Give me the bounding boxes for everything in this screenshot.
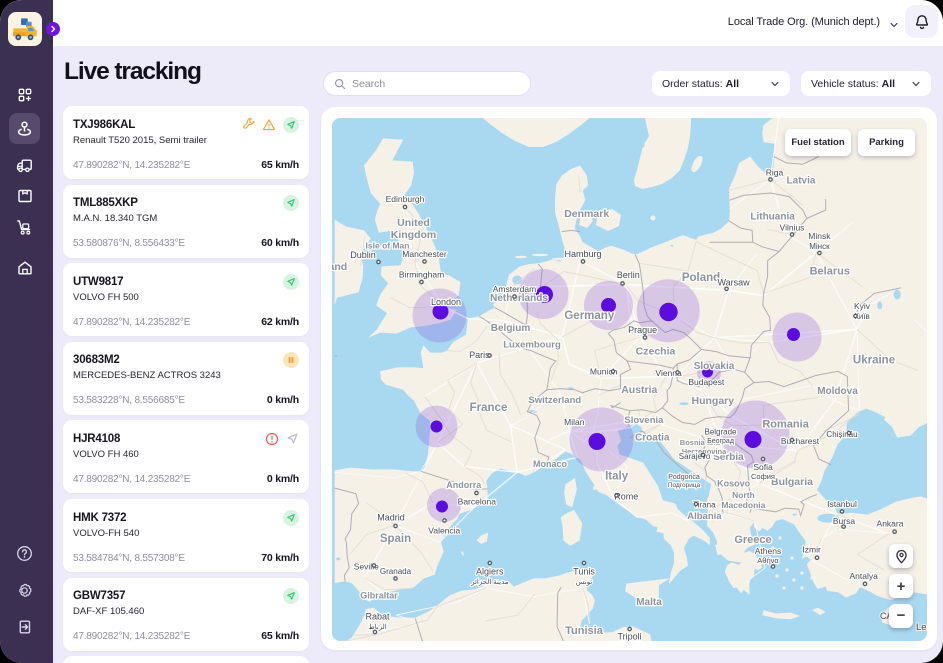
- svg-text:London: London: [430, 297, 460, 307]
- svg-text:Spain: Spain: [379, 533, 410, 545]
- svg-text:Granada: Granada: [379, 567, 411, 576]
- svg-text:Denmark: Denmark: [564, 208, 609, 220]
- svg-text:Lithuania: Lithuania: [750, 211, 795, 222]
- svg-text:Chișinău: Chișinău: [826, 430, 857, 439]
- svg-text:Monaco: Monaco: [532, 459, 567, 469]
- svg-text:Budapest: Budapest: [688, 377, 725, 387]
- svg-text:Warsaw: Warsaw: [717, 278, 750, 288]
- svg-text:تونس: تونس: [575, 579, 591, 586]
- svg-text:France: France: [469, 402, 507, 414]
- svg-text:North: North: [732, 490, 755, 500]
- svg-text:Minsk: Minsk: [808, 231, 831, 241]
- svg-text:Подгорица: Подгорица: [667, 482, 700, 489]
- svg-text:Switzerland: Switzerland: [528, 395, 581, 406]
- svg-text:Antalya: Antalya: [849, 571, 878, 581]
- svg-text:Belarus: Belarus: [809, 266, 849, 278]
- svg-text:Belgium: Belgium: [490, 323, 530, 334]
- svg-text:Bulgaria: Bulgaria: [770, 476, 812, 488]
- svg-text:Tunisia: Tunisia: [565, 625, 604, 637]
- svg-text:Edinburgh: Edinburgh: [385, 194, 424, 204]
- svg-text:Hungary: Hungary: [691, 395, 734, 407]
- svg-text:Rabat: Rabat: [365, 612, 390, 622]
- svg-text:Greece: Greece: [734, 534, 771, 546]
- svg-text:Kosovo: Kosovo: [717, 479, 751, 489]
- svg-text:Italy: Italy: [605, 471, 629, 483]
- svg-text:София: София: [750, 472, 774, 481]
- svg-text:Manchester: Manchester: [402, 249, 447, 259]
- svg-text:Barcelona: Barcelona: [457, 496, 496, 506]
- svg-text:Kyiv: Kyiv: [853, 301, 870, 311]
- svg-text:Latvia: Latvia: [786, 176, 815, 187]
- svg-text:Београд: Београд: [707, 438, 734, 445]
- svg-text:Tunis: Tunis: [573, 567, 595, 577]
- svg-text:Berlin: Berlin: [616, 270, 639, 280]
- svg-text:Poland: Poland: [681, 272, 719, 284]
- svg-text:Madrid: Madrid: [377, 513, 405, 523]
- svg-text:Czechia: Czechia: [635, 346, 675, 358]
- svg-text:Athens: Athens: [754, 546, 780, 556]
- svg-text:Romania: Romania: [762, 419, 809, 431]
- svg-text:Moldova: Moldova: [817, 386, 858, 397]
- svg-text:Croatia: Croatia: [635, 433, 670, 444]
- svg-text:Birmingham: Birmingham: [398, 270, 443, 280]
- svg-text:Austria: Austria: [621, 384, 657, 396]
- svg-text:Macedonia: Macedonia: [721, 500, 765, 510]
- svg-text:Algiers: Algiers: [476, 567, 504, 577]
- svg-text:Milan: Milan: [564, 417, 585, 427]
- svg-text:Ukraine: Ukraine: [852, 355, 894, 367]
- svg-text:Belgrade: Belgrade: [704, 428, 737, 437]
- svg-text:Sofia: Sofia: [753, 462, 773, 472]
- svg-text:Мінск: Мінск: [809, 242, 830, 251]
- svg-text:Slovenia: Slovenia: [624, 415, 664, 426]
- svg-text:Izmir: Izmir: [802, 545, 821, 555]
- svg-text:Sarajevo: Sarajevo: [678, 452, 710, 461]
- svg-text:Luxembourg: Luxembourg: [503, 340, 561, 351]
- svg-text:United: United: [397, 217, 430, 229]
- svg-text:الرباط: الرباط: [368, 623, 387, 631]
- svg-text:Podgorica: Podgorica: [668, 474, 700, 481]
- svg-text:Istanbul: Istanbul: [827, 499, 857, 509]
- svg-text:Dublin: Dublin: [350, 250, 376, 260]
- svg-text:Valencia: Valencia: [428, 526, 460, 536]
- svg-text:Riga: Riga: [765, 168, 783, 178]
- svg-text:Ireland: Ireland: [332, 261, 347, 273]
- svg-text:Bucharest: Bucharest: [780, 436, 819, 446]
- svg-text:Lea: Lea: [916, 622, 928, 633]
- svg-text:Vilnius: Vilnius: [779, 222, 804, 232]
- svg-text:Andorra: Andorra: [446, 480, 482, 490]
- svg-text:Slovakia: Slovakia: [693, 361, 734, 372]
- svg-text:Bursa: Bursa: [832, 516, 854, 526]
- svg-text:Albania: Albania: [687, 511, 722, 522]
- svg-text:Ankara: Ankara: [876, 519, 903, 529]
- svg-text:Netherlands: Netherlands: [490, 293, 548, 304]
- svg-text:مدينة الجزائر: مدينة الجزائر: [470, 578, 509, 586]
- svg-text:Paris: Paris: [469, 350, 490, 360]
- svg-text:Germany: Germany: [564, 310, 614, 322]
- svg-text:Kingdom: Kingdom: [390, 229, 436, 241]
- svg-text:Gibraltar: Gibraltar: [360, 591, 398, 601]
- svg-text:Amsterdam: Amsterdam: [492, 284, 535, 294]
- svg-text:Αθήνα: Αθήνα: [757, 556, 779, 565]
- svg-text:Tripoli: Tripoli: [617, 632, 641, 642]
- svg-text:Hamburg: Hamburg: [564, 249, 601, 259]
- svg-text:Malta: Malta: [636, 597, 662, 608]
- svg-text:Prague: Prague: [628, 325, 657, 335]
